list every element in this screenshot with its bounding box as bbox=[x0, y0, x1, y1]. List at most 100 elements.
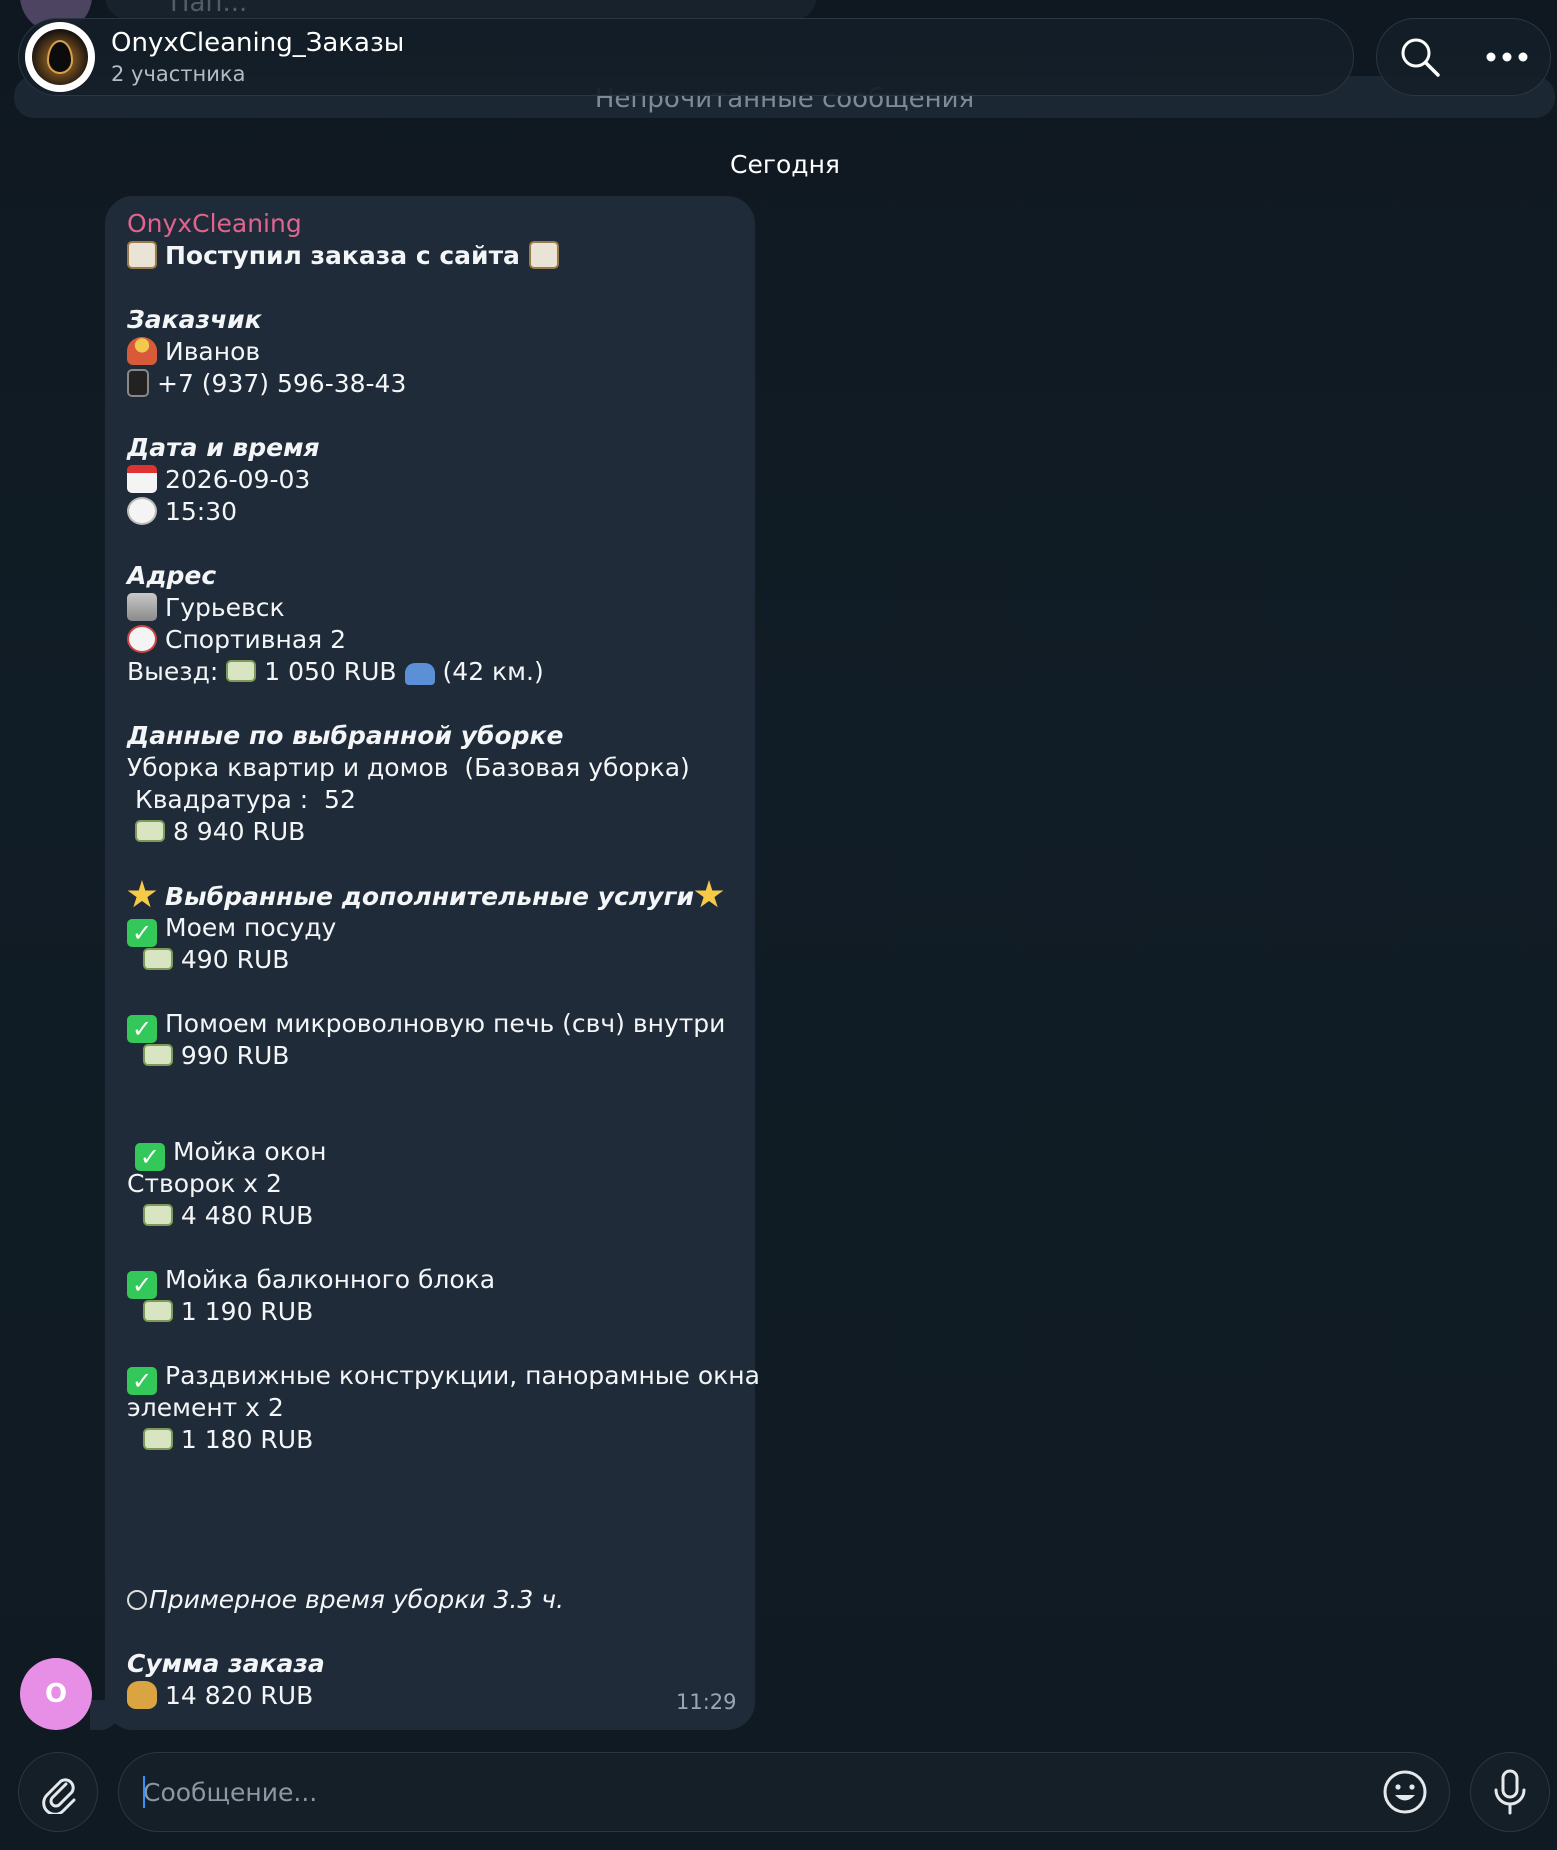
customer-name-row: Иванов bbox=[127, 336, 747, 368]
extra-item-price: 4 480 RUB bbox=[180, 1201, 314, 1230]
clock-icon bbox=[127, 497, 157, 525]
message-sender-name[interactable]: OnyxCleaning bbox=[127, 208, 747, 240]
extra-item-name-row: ✓ Помоем микроволновую печь (свч) внутри bbox=[127, 1008, 747, 1043]
cleaning-price: 8 940 RUB bbox=[172, 817, 306, 846]
customer-phone-row: +7 (937) 596-38-43 bbox=[127, 368, 747, 400]
datetime-label: Дата и время bbox=[127, 433, 320, 462]
order-heading-text: Поступил заказа с сайта bbox=[165, 241, 520, 270]
order-date: 2026-09-03 bbox=[165, 465, 311, 494]
chat-header[interactable]: OnyxCleaning_Заказы 2 участника bbox=[18, 18, 1354, 96]
extra-item-price: 990 RUB bbox=[180, 1041, 290, 1070]
extra-item-price-row: 990 RUB bbox=[127, 1040, 747, 1072]
message-input[interactable] bbox=[119, 1753, 1375, 1831]
address-city: Гурьевск bbox=[165, 593, 285, 622]
address-city-row: Гурьевск bbox=[127, 592, 747, 624]
order-heading: Поступил заказа с сайта bbox=[127, 240, 747, 272]
address-street: Спортивная 2 bbox=[165, 625, 347, 654]
money-icon bbox=[142, 1204, 173, 1226]
message-time: 11:29 bbox=[676, 1690, 737, 1714]
money-icon bbox=[226, 660, 257, 682]
calendar-icon bbox=[127, 465, 157, 493]
onyx-logo-icon bbox=[32, 29, 88, 85]
extra-item-detail: Створок x 2 bbox=[127, 1169, 282, 1198]
money-icon bbox=[142, 1044, 173, 1066]
voice-message-button[interactable] bbox=[1470, 1752, 1550, 1832]
customer-label: Заказчик bbox=[127, 305, 262, 334]
emoji-button[interactable] bbox=[1375, 1762, 1435, 1822]
car-icon bbox=[404, 663, 435, 685]
money-bag-icon bbox=[127, 1681, 157, 1709]
chat-header-titles: OnyxCleaning_Заказы 2 участника bbox=[111, 28, 404, 86]
chat-window: Пап... Непрочитанные сообщения OnyxClean… bbox=[0, 0, 1557, 1850]
clipboard-icon bbox=[528, 241, 559, 269]
emoji-icon bbox=[1383, 1770, 1427, 1814]
message-composer[interactable] bbox=[118, 1752, 1450, 1832]
customer-name: Иванов bbox=[165, 337, 261, 366]
order-date-row: 2026-09-03 bbox=[127, 464, 747, 496]
check-mark-icon: ✓ bbox=[127, 1271, 157, 1299]
sender-avatar[interactable]: O bbox=[20, 1658, 92, 1730]
attach-button[interactable] bbox=[18, 1752, 98, 1832]
paperclip-icon bbox=[42, 1778, 76, 1814]
extra-item-price-row: 4 480 RUB bbox=[127, 1200, 747, 1232]
address-street-row: Спортивная 2 bbox=[127, 624, 747, 656]
check-mark-icon: ✓ bbox=[127, 919, 157, 947]
more-button[interactable] bbox=[1477, 27, 1537, 87]
extras-label-row: Выбранные дополнительные услуги bbox=[127, 880, 747, 912]
stopwatch-icon bbox=[127, 1590, 147, 1610]
cleaning-price-row: 8 940 RUB bbox=[127, 816, 747, 848]
extra-item-detail: элемент x 2 bbox=[127, 1393, 284, 1422]
extra-item-name: Мойка балконного блока bbox=[165, 1265, 496, 1294]
extra-item-name: Моем посуду bbox=[165, 913, 337, 942]
cleaning-area: Квадратура : 52 bbox=[127, 785, 356, 814]
extra-item-price-row: 1 190 RUB bbox=[127, 1296, 747, 1328]
compass-icon bbox=[127, 625, 157, 653]
money-icon bbox=[142, 1428, 173, 1450]
chat-participants-count: 2 участника bbox=[111, 62, 246, 86]
total-price: 14 820 RUB bbox=[165, 1681, 314, 1710]
extra-item-name-row: ✓ Мойка балконного блока bbox=[127, 1264, 747, 1299]
star-icon bbox=[694, 880, 724, 908]
mobile-phone-icon bbox=[127, 369, 149, 397]
star-icon bbox=[127, 880, 157, 908]
duration-text: Примерное время уборки 3.3 ч. bbox=[149, 1585, 564, 1614]
money-icon bbox=[142, 1300, 173, 1322]
group-avatar[interactable] bbox=[25, 22, 95, 92]
extra-item-name-row: ✓ Раздвижные конструкции, панорамные окна bbox=[127, 1360, 760, 1395]
customer-phone[interactable]: +7 (937) 596-38-43 bbox=[157, 369, 406, 398]
message-bubble-tail bbox=[90, 1700, 120, 1730]
header-actions bbox=[1376, 18, 1551, 96]
message-content: OnyxCleaning Поступил заказа с сайта Зак… bbox=[127, 208, 760, 1712]
extra-item-price: 1 190 RUB bbox=[180, 1297, 314, 1326]
check-mark-icon: ✓ bbox=[134, 1143, 165, 1171]
search-icon bbox=[1401, 38, 1440, 77]
address-label: Адрес bbox=[127, 561, 217, 590]
previous-message-text: Пап... bbox=[170, 0, 248, 18]
microphone-icon bbox=[1494, 1769, 1526, 1815]
chat-title: OnyxCleaning_Заказы bbox=[111, 28, 405, 58]
extra-item-price-row: 1 180 RUB bbox=[127, 1424, 747, 1456]
money-icon bbox=[134, 820, 165, 842]
extra-item-name-row: ✓ Мойка окон bbox=[127, 1136, 747, 1171]
date-separator: Сегодня bbox=[730, 150, 840, 179]
check-mark-icon: ✓ bbox=[127, 1015, 157, 1043]
text-caret bbox=[143, 1776, 145, 1808]
extra-item-name: Раздвижные конструкции, панорамные окна bbox=[165, 1361, 760, 1390]
search-button[interactable] bbox=[1390, 27, 1450, 87]
trip-distance: (42 км.) bbox=[442, 657, 544, 686]
money-icon bbox=[142, 948, 173, 970]
more-icon bbox=[1486, 52, 1528, 62]
order-time-row: 15:30 bbox=[127, 496, 747, 528]
clipboard-icon bbox=[127, 241, 157, 269]
extra-item-name-row: ✓ Моем посуду bbox=[127, 912, 747, 947]
cleaning-label: Данные по выбранной уборке bbox=[127, 721, 564, 750]
cleaning-type: Уборка квартир и домов (Базовая уборка) bbox=[127, 753, 690, 782]
person-icon bbox=[127, 337, 157, 365]
extra-item-price: 490 RUB bbox=[180, 945, 290, 974]
trip-row: Выезд: 1 050 RUB (42 км.) bbox=[127, 656, 747, 688]
city-building-icon bbox=[127, 593, 157, 621]
order-time: 15:30 bbox=[165, 497, 238, 526]
extra-item-name: Помоем микроволновую печь (свч) внутри bbox=[165, 1009, 726, 1038]
total-row: 14 820 RUB bbox=[127, 1680, 747, 1712]
trip-prefix: Выезд: bbox=[127, 657, 219, 686]
